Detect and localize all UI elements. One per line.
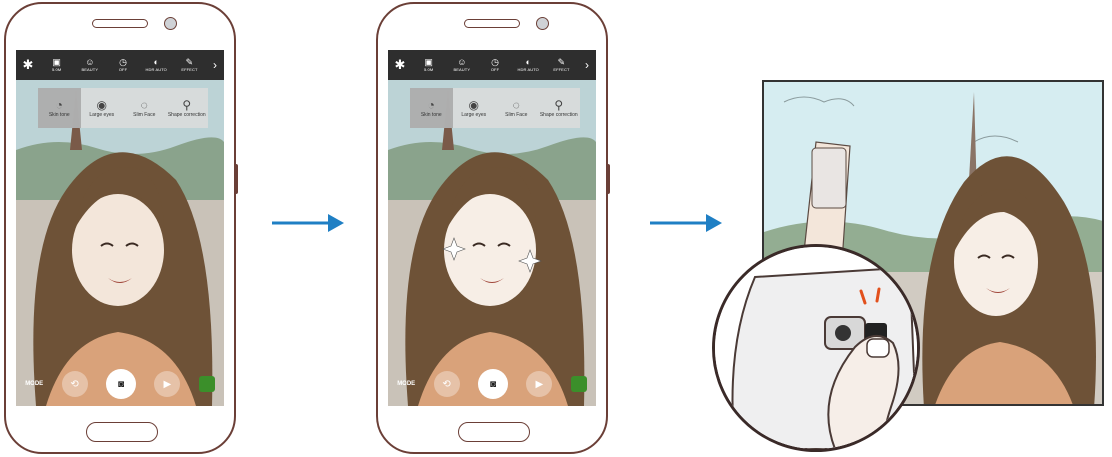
camera-preview-screen: ✱ ▣ 5.0M ☺ BEAUTY ◷ OFF ◐ HDR AUTO ✎ EFFECT ›… (16, 50, 224, 406)
arrow-right-icon (272, 214, 344, 232)
hdr-icon: ◐ (525, 57, 531, 67)
camera-preview-screen: ✱ ▣ 5.0M ☺ BEAUTY ◷ OFF ◐ HDR AUTO ✎ EFFECT ›… (388, 50, 596, 406)
chevron-right-icon[interactable]: › (578, 58, 596, 72)
skin-tone-icon: ◔ (427, 98, 435, 112)
resolution-icon: ▣ (424, 57, 433, 67)
chevron-right-icon[interactable]: › (206, 58, 224, 72)
finger-on-sensor-illustration (715, 247, 917, 449)
shutter-button[interactable]: ◙ (105, 369, 136, 399)
switch-camera-icon: ⟲ (442, 378, 451, 390)
camera-toolbar: ✱ ▣ 5.0M ☺ BEAUTY ◷ OFF ◐ HDR AUTO ✎ EFFECT › (16, 50, 224, 80)
camera-icon: ◙ (117, 378, 124, 390)
beauty-option[interactable]: ☺ BEAUTY (445, 57, 478, 73)
timer-option[interactable]: ◷ OFF (106, 57, 139, 73)
camera-icon: ◙ (489, 378, 496, 390)
timer-icon: ◷ (119, 57, 127, 67)
shape-correction-icon: ⚲ (182, 98, 192, 112)
skin-tone-icon: ◔ (55, 98, 63, 112)
front-camera (164, 17, 177, 30)
hdr-option[interactable]: ◐ HDR AUTO (512, 57, 545, 73)
record-button[interactable]: ▶ (154, 371, 181, 397)
beauty-options-panel: ◔ Skin tone ◉ Large eyes ◌ Slim Face ⚲ Shape… (38, 88, 208, 128)
record-button[interactable]: ▶ (526, 371, 553, 397)
front-camera (536, 17, 549, 30)
beauty-slim-face[interactable]: ◌ Slim Face (123, 88, 166, 128)
effect-option[interactable]: ✎ EFFECT (173, 57, 206, 73)
video-icon: ▶ (535, 378, 544, 390)
resolution-option[interactable]: ▣ 5.0M (412, 57, 445, 73)
beauty-slim-face[interactable]: ◌ Slim Face (495, 88, 538, 128)
beauty-face-icon: ☺ (457, 57, 467, 67)
rear-sensor-zoom-inset (712, 244, 920, 452)
resolution-option[interactable]: ▣ 5.0M (40, 57, 73, 73)
slim-face-icon: ◌ (140, 98, 148, 112)
power-key (234, 164, 238, 194)
beauty-skin-tone[interactable]: ◔ Skin tone (410, 88, 453, 128)
speaker-grille (92, 19, 148, 28)
timer-icon: ◷ (491, 57, 499, 67)
hdr-icon: ◐ (153, 57, 159, 67)
mode-button[interactable]: MODE (397, 381, 415, 387)
switch-camera-button[interactable]: ⟲ (61, 371, 88, 397)
home-button (86, 422, 158, 442)
gallery-thumbnail[interactable] (570, 376, 587, 392)
arrow-right-icon (650, 214, 722, 232)
home-button (458, 422, 530, 442)
shutter-button[interactable]: ◙ (477, 369, 508, 399)
gear-icon[interactable]: ✱ (16, 57, 40, 73)
beauty-options-panel: ◔ Skin tone ◉ Large eyes ◌ Slim Face ⚲ Shape… (410, 88, 580, 128)
resolution-icon: ▣ (52, 57, 61, 67)
eye-icon: ◉ (468, 98, 479, 112)
beauty-shape-correction[interactable]: ⚲ Shape correction (166, 88, 209, 128)
video-icon: ▶ (163, 378, 172, 390)
shape-correction-icon: ⚲ (554, 98, 564, 112)
beauty-large-eyes[interactable]: ◉ Large eyes (81, 88, 124, 128)
speaker-grille (464, 19, 520, 28)
effect-icon: ✎ (185, 57, 194, 67)
effect-option[interactable]: ✎ EFFECT (545, 57, 578, 73)
camera-bottom-bar: MODE ⟲ ◙ ▶ (16, 362, 224, 406)
timer-option[interactable]: ◷ OFF (478, 57, 511, 73)
slim-face-icon: ◌ (512, 98, 520, 112)
gallery-thumbnail[interactable] (198, 376, 215, 392)
effect-icon: ✎ (557, 57, 566, 67)
camera-toolbar: ✱ ▣ 5.0M ☺ BEAUTY ◷ OFF ◐ HDR AUTO ✎ EFFECT › (388, 50, 596, 80)
mode-button[interactable]: MODE (25, 381, 43, 387)
camera-bottom-bar: MODE ⟲ ◙ ▶ (388, 362, 596, 406)
hdr-option[interactable]: ◐ HDR AUTO (140, 57, 173, 73)
eye-icon: ◉ (96, 98, 107, 112)
power-key (606, 164, 610, 194)
beauty-face-icon: ☺ (85, 57, 95, 67)
beauty-skin-tone[interactable]: ◔ Skin tone (38, 88, 81, 128)
phone-2: ✱ ▣ 5.0M ☺ BEAUTY ◷ OFF ◐ HDR AUTO ✎ EFFECT ›… (376, 2, 610, 454)
gear-icon[interactable]: ✱ (388, 57, 412, 73)
switch-camera-icon: ⟲ (70, 378, 79, 390)
phone-1: ✱ ▣ 5.0M ☺ BEAUTY ◷ OFF ◐ HDR AUTO ✎ EFFECT ›… (4, 2, 238, 454)
beauty-shape-correction[interactable]: ⚲ Shape correction (538, 88, 581, 128)
switch-camera-button[interactable]: ⟲ (433, 371, 460, 397)
beauty-large-eyes[interactable]: ◉ Large eyes (453, 88, 496, 128)
beauty-option[interactable]: ☺ BEAUTY (73, 57, 106, 73)
